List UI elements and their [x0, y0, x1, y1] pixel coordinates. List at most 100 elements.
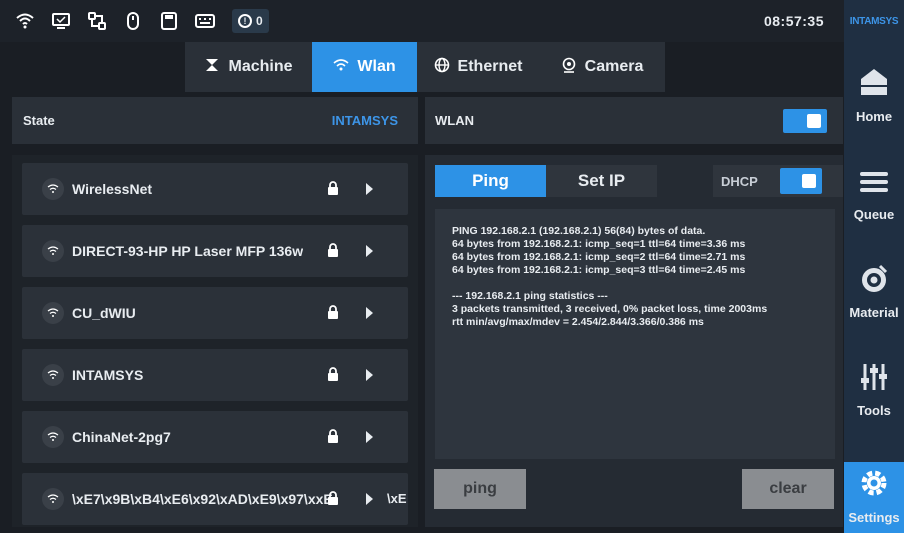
wifi-signal-icon — [42, 364, 64, 386]
network-name: \xE7\x9B\xB4\xE6\x92\xAD\xE9\x97\xxE — [72, 491, 333, 507]
output-line: 3 packets transmitted, 3 received, 0% pa… — [452, 303, 768, 315]
state-label: State — [23, 113, 55, 128]
usb-drive-icon — [158, 10, 180, 32]
wifi-signal-icon — [42, 488, 64, 510]
tab-label: Machine — [228, 58, 293, 75]
wifi-list[interactable]: WirelessNet DIRECT-93-HP HP Laser MFP 13… — [12, 155, 418, 527]
tab-wlan[interactable]: Wlan — [312, 42, 417, 92]
settings-tabs: Machine Wlan Ethernet Camera — [185, 42, 665, 92]
state-row: State INTAMSYS — [12, 97, 418, 144]
material-icon — [858, 262, 890, 299]
toggle-knob — [807, 113, 821, 128]
network-name: CU_dWIU — [72, 305, 136, 321]
lock-icon — [328, 429, 338, 443]
machine-icon — [204, 57, 220, 78]
alert-count: 0 — [256, 14, 263, 28]
list-item[interactable]: ChinaNet-2pg7 — [22, 411, 408, 463]
home-icon — [858, 66, 890, 103]
ping-panel-container: WLAN Ping Set IP DHCP PING 192.168.2.1 (… — [425, 97, 843, 527]
keyboard-icon — [194, 10, 216, 32]
lock-icon — [328, 305, 338, 319]
lock-icon — [328, 367, 338, 381]
ping-output: PING 192.168.2.1 (192.168.2.1) 56(84) by… — [435, 209, 835, 459]
tab-label: Ethernet — [457, 58, 523, 75]
clear-button[interactable]: clear — [742, 469, 834, 509]
mouse-icon — [122, 10, 144, 32]
dhcp-label: DHCP — [721, 173, 758, 189]
sidebar-item-tools[interactable]: Tools — [844, 362, 904, 426]
sidebar-item-queue[interactable]: Queue — [844, 166, 904, 230]
queue-icon — [858, 164, 890, 201]
output-line: --- 192.168.2.1 ping statistics --- — [452, 290, 608, 302]
tools-icon — [858, 360, 890, 397]
settings-icon — [858, 467, 890, 504]
sidebar-item-settings[interactable]: Settings — [844, 462, 904, 533]
main-sidebar: INTAMSYS Home Queue Material Tools Setti… — [844, 0, 904, 533]
tab-camera[interactable]: Camera — [539, 42, 665, 92]
dhcp-toggle[interactable] — [779, 168, 822, 194]
wifi-signal-icon — [42, 240, 64, 262]
sidebar-item-label: Settings — [848, 510, 900, 525]
wifi-signal-icon — [42, 178, 64, 200]
tab-set-ip[interactable]: Set IP — [546, 165, 657, 197]
wifi-icon — [333, 57, 349, 78]
output-line: 64 bytes from 192.168.2.1: icmp_seq=1 tt… — [452, 238, 746, 250]
tab-label: Wlan — [357, 58, 396, 75]
tab-machine[interactable]: Machine — [185, 42, 312, 92]
tab-ethernet[interactable]: Ethernet — [417, 42, 539, 92]
chevron-right-icon[interactable] — [366, 307, 373, 319]
dhcp-row: DHCP — [713, 165, 843, 197]
chevron-right-icon[interactable] — [366, 183, 373, 195]
alert-badge[interactable]: ! 0 — [232, 9, 269, 33]
network-name: INTAMSYS — [72, 367, 144, 383]
wifi-signal-icon — [42, 302, 64, 324]
network-name: DIRECT-93-HP HP Laser MFP 136w — [72, 243, 304, 259]
chevron-right-icon[interactable] — [366, 245, 373, 257]
chevron-right-icon[interactable] — [366, 431, 373, 443]
wifi-signal-icon — [42, 426, 64, 448]
ping-subtabs: Ping Set IP — [435, 165, 657, 197]
output-line: rtt min/avg/max/mdev = 2.454/2.844/3.366… — [452, 316, 704, 328]
sidebar-item-label: Queue — [853, 207, 895, 222]
network-name: WirelessNet — [72, 181, 153, 197]
toggle-knob — [801, 174, 816, 188]
state-value: INTAMSYS — [331, 113, 398, 128]
output-line: PING 192.168.2.1 (192.168.2.1) 56(84) by… — [452, 225, 706, 237]
alert-icon: ! — [238, 14, 252, 28]
status-bar: ! 0 08:57:35 — [0, 0, 844, 42]
sidebar-item-label: Material — [849, 305, 899, 320]
wlan-label: WLAN — [435, 113, 474, 128]
wifi-panel: State INTAMSYS WirelessNet DIRECT-93-HP … — [12, 97, 418, 527]
ping-button[interactable]: ping — [434, 469, 526, 509]
lock-icon — [328, 181, 338, 195]
chevron-right-icon[interactable] — [366, 493, 373, 505]
wlan-row: WLAN — [425, 97, 843, 144]
sidebar-item-label: Tools — [857, 403, 891, 418]
list-item[interactable]: \xE7\x9B\xB4\xE6\x92\xAD\xE9\x97\xxE \xE — [22, 473, 408, 525]
globe-icon — [434, 57, 450, 78]
list-item[interactable]: DIRECT-93-HP HP Laser MFP 136w — [22, 225, 408, 277]
sidebar-item-material[interactable]: Material — [844, 264, 904, 328]
tab-label: Camera — [584, 58, 644, 75]
chevron-right-icon[interactable] — [366, 369, 373, 381]
network-name-overflow: \xE — [387, 491, 407, 506]
wifi-icon — [14, 10, 36, 32]
tab-ping[interactable]: Ping — [435, 165, 546, 197]
ping-panel: Ping Set IP DHCP PING 192.168.2.1 (192.1… — [425, 155, 843, 527]
output-line: 64 bytes from 192.168.2.1: icmp_seq=3 tt… — [452, 264, 746, 276]
output-line: 64 bytes from 192.168.2.1: icmp_seq=2 tt… — [452, 251, 746, 263]
list-item[interactable]: WirelessNet — [22, 163, 408, 215]
monitor-icon — [50, 10, 72, 32]
network-icon — [86, 10, 108, 32]
sidebar-item-home[interactable]: Home — [844, 68, 904, 132]
sidebar-item-label: Home — [855, 109, 893, 124]
brand-logo: INTAMSYS — [849, 15, 899, 27]
network-name: ChinaNet-2pg7 — [72, 429, 171, 445]
lock-icon — [328, 243, 338, 257]
clock: 08:57:35 — [763, 13, 824, 29]
list-item[interactable]: CU_dWIU — [22, 287, 408, 339]
list-item[interactable]: INTAMSYS — [22, 349, 408, 401]
wlan-toggle[interactable] — [783, 108, 827, 133]
camera-icon — [561, 57, 577, 78]
